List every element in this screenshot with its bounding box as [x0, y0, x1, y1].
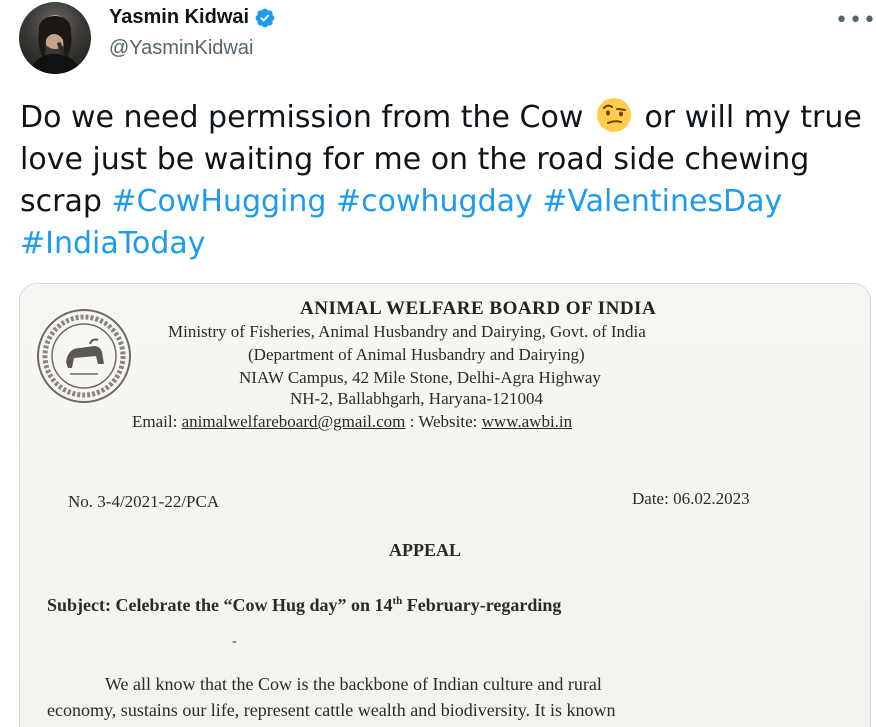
tweet-text: Do we need permission from the Cow or wi… [20, 97, 865, 265]
letterhead-contact: Email: animalwelfareboard@gmail.com : We… [132, 412, 572, 432]
letter-heading: APPEAL [389, 540, 461, 560]
author-name-row: Yasmin Kidwai [109, 6, 276, 29]
website-label: : Website: [409, 412, 478, 431]
letterhead-department: (Department of Animal Husbandry and Dair… [248, 345, 585, 364]
letter-date: Date: 06.02.2023 [632, 489, 750, 508]
letter-body-line-2: economy, sustains our life, represent ca… [47, 700, 616, 720]
scanned-letter: ANIMAL WELFARE BOARD OF INDIA Ministry o… [20, 284, 870, 727]
awbi-seal-icon [37, 309, 131, 403]
author-avatar[interactable] [19, 2, 91, 74]
hashtag-link[interactable]: #IndiaToday [20, 226, 206, 261]
tweet-text-part-1: Do we need permission from the Cow [20, 100, 584, 135]
face-with-raised-eyebrow-icon [596, 98, 631, 132]
letter-subject: Subject: Celebrate the “Cow Hug day” on … [47, 595, 561, 616]
subject-text-start: Subject: Celebrate the “Cow Hug day” on … [47, 595, 393, 615]
tweet-media-image[interactable]: ANIMAL WELFARE BOARD OF INDIA Ministry o… [19, 283, 871, 727]
hashtag-link[interactable]: #cowhugday [336, 184, 533, 219]
more-options-button[interactable]: ••• [835, 8, 876, 33]
author-handle[interactable]: @YasminKidwai [109, 37, 253, 60]
email-value: animalwelfareboard@gmail.com [181, 412, 406, 431]
reference-number: No. 3-4/2021-22/PCA [68, 492, 220, 511]
separator-dash: - [232, 634, 237, 649]
hashtag-link[interactable]: #ValentinesDay [542, 184, 782, 219]
website-value: www.awbi.in [481, 412, 573, 431]
hashtag-link[interactable]: #CowHugging [111, 184, 326, 219]
subject-text-end: February-regarding [402, 595, 562, 615]
email-label: Email: [132, 412, 178, 431]
letterhead-ministry: Ministry of Fisheries, Animal Husbandry … [168, 322, 646, 341]
verified-badge-icon [255, 8, 275, 27]
letterhead-address: NH-2, Ballabhgarh, Haryana-121004 [290, 389, 544, 408]
letter-body-line-1: We all know that the Cow is the backbone… [105, 674, 602, 694]
letterhead-title: ANIMAL WELFARE BOARD OF INDIA [300, 298, 657, 319]
subject-superscript: th [392, 595, 403, 607]
author-name[interactable]: Yasmin Kidwai [109, 6, 249, 29]
letterhead-campus: NIAW Campus, 42 Mile Stone, Delhi-Agra H… [239, 368, 601, 387]
